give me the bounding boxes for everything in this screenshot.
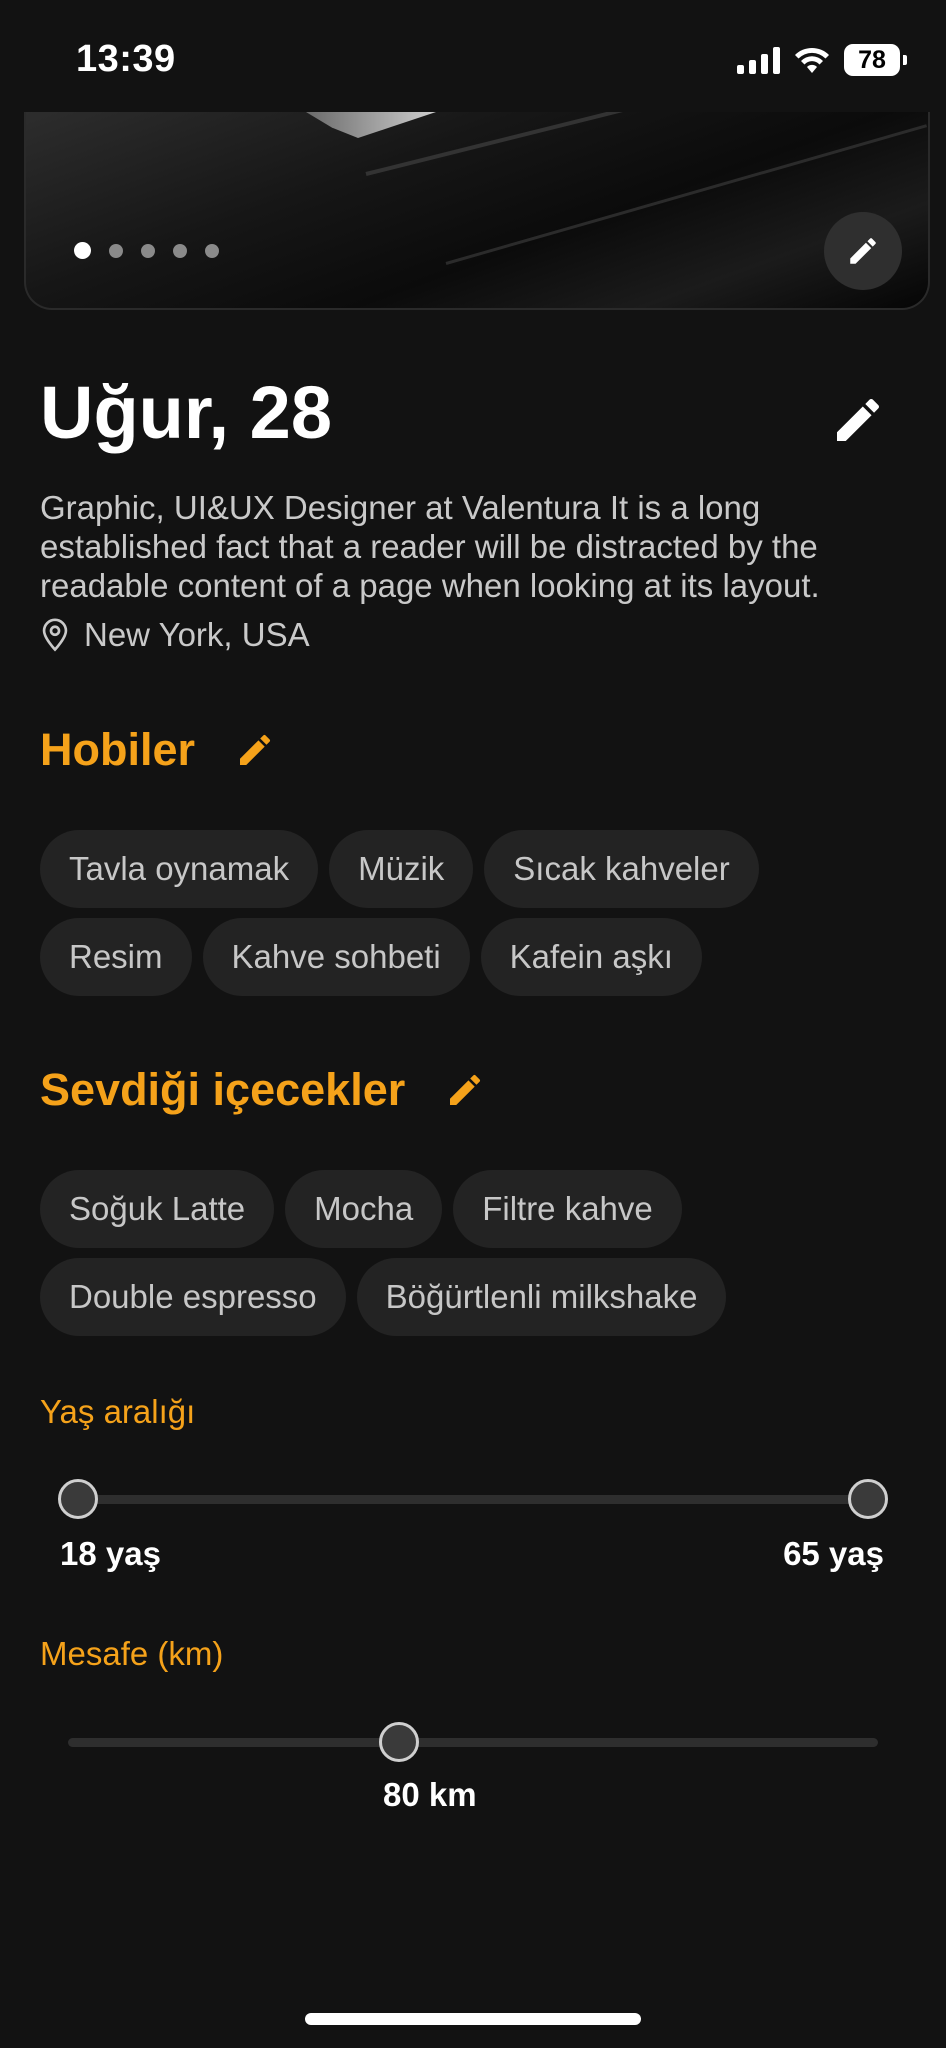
- wifi-icon: [795, 47, 829, 73]
- drinks-chip-list: Soğuk Latte Mocha Filtre kahve Double es…: [40, 1170, 910, 1336]
- distance-track[interactable]: [68, 1738, 878, 1747]
- hobby-chip[interactable]: Tavla oynamak: [40, 830, 319, 908]
- hobbies-section-title: Hobiler: [40, 724, 275, 776]
- edit-photo-button[interactable]: [824, 212, 902, 290]
- carousel-dot[interactable]: [173, 243, 187, 258]
- carousel-dot[interactable]: [205, 243, 219, 258]
- drink-chip[interactable]: Mocha: [285, 1170, 443, 1248]
- edit-drinks-pencil-icon[interactable]: [445, 1070, 485, 1110]
- profile-location: New York, USA: [40, 616, 310, 654]
- hobbies-chip-list: Tavla oynamak Müzik Sıcak kahveler Resim…: [40, 830, 910, 996]
- drink-chip[interactable]: Filtre kahve: [453, 1170, 682, 1248]
- carousel-dot-active[interactable]: [74, 242, 91, 259]
- status-icons: 78: [737, 42, 907, 78]
- profile-name-age: Uğur, 28: [40, 371, 332, 454]
- age-range-min-thumb[interactable]: [58, 1479, 98, 1519]
- carousel-pagination: [74, 242, 219, 259]
- age-range-label: Yaş aralığı: [40, 1393, 196, 1430]
- age-range-max-value: 65 yaş: [783, 1535, 884, 1572]
- profile-screen: 13:39 78 Uğur, 28 Graphic, UI&UX Designe…: [0, 0, 946, 2048]
- battery-icon: 78: [844, 44, 907, 76]
- location-pin-icon: [42, 618, 68, 652]
- age-range-track[interactable]: [76, 1495, 868, 1504]
- drink-chip[interactable]: Soğuk Latte: [40, 1170, 275, 1248]
- hobby-chip[interactable]: Kahve sohbeti: [202, 918, 470, 996]
- photo-highlight: [306, 112, 436, 138]
- hobbies-title: Hobiler: [40, 724, 196, 775]
- edit-profile-pencil-icon[interactable]: [830, 392, 886, 448]
- drinks-title: Sevdiği içecekler: [40, 1064, 406, 1115]
- drink-chip[interactable]: Double espresso: [40, 1258, 346, 1336]
- age-range-max-thumb[interactable]: [848, 1479, 888, 1519]
- carousel-dot[interactable]: [109, 243, 123, 258]
- profile-bio: Graphic, UI&UX Designer at Valentura It …: [40, 489, 820, 604]
- carousel-dot[interactable]: [141, 243, 155, 258]
- edit-hobbies-pencil-icon[interactable]: [235, 730, 275, 770]
- age-range-min-value: 18 yaş: [60, 1535, 161, 1572]
- status-bar: 13:39 78: [0, 0, 946, 115]
- pencil-icon: [850, 238, 876, 264]
- hobby-chip[interactable]: Kafein aşkı: [480, 918, 702, 996]
- distance-thumb[interactable]: [379, 1722, 419, 1762]
- hobby-chip[interactable]: Resim: [40, 918, 192, 996]
- distance-label: Mesafe (km): [40, 1635, 224, 1672]
- drink-chip[interactable]: Böğürtlenli milkshake: [356, 1258, 727, 1336]
- profile-photo-carousel[interactable]: [24, 112, 930, 310]
- drinks-section-title: Sevdiği içecekler: [40, 1064, 485, 1116]
- location-text: New York, USA: [84, 616, 310, 653]
- distance-value: 80 km: [383, 1776, 477, 1813]
- home-indicator[interactable]: [305, 2013, 641, 2025]
- status-time: 13:39: [76, 38, 176, 80]
- hobby-chip[interactable]: Sıcak kahveler: [484, 830, 759, 908]
- cellular-signal-icon: [737, 46, 780, 74]
- hobby-chip[interactable]: Müzik: [329, 830, 474, 908]
- photo-texture: [365, 112, 928, 176]
